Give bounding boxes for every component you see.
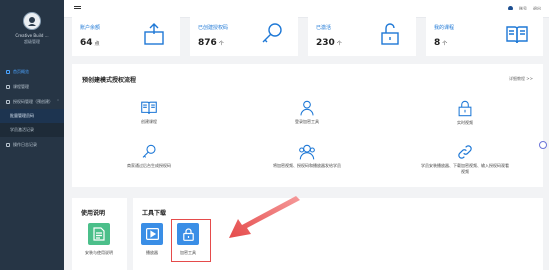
process-step-create-course: 创建课程	[104, 100, 194, 125]
tutorial-link[interactable]: 详细教程 >>	[509, 76, 533, 82]
stat-label: 已激活	[316, 25, 332, 31]
encrypt-tool-download-tile[interactable]	[177, 223, 199, 245]
unlock-icon	[381, 23, 399, 45]
users-icon	[299, 144, 315, 160]
step-label: 实时视频	[457, 120, 473, 125]
user-icon	[300, 100, 314, 116]
home-icon	[6, 69, 10, 74]
stat-label: 已创建授权码	[198, 25, 229, 31]
stat-value: 230 个	[316, 38, 342, 48]
stat-card-created-codes[interactable]: 已创建授权码 876 个	[190, 10, 298, 56]
step-label: 登录加密工具	[295, 119, 319, 124]
sidebar-profile: Creative Build … 超级管理	[0, 0, 64, 56]
player-download-tile[interactable]	[141, 223, 163, 245]
key-icon	[262, 23, 282, 43]
stat-card-my-courses[interactable]: 我的课程 8个	[426, 10, 543, 56]
sidebar: Creative Build … 超级管理 首页概览 课程管理 授权码管理（预创…	[0, 0, 64, 270]
sidebar-item-label: 授权码管理（预创建）	[13, 98, 53, 104]
process-step-login-tool: 登录加密工具	[262, 100, 352, 125]
avatar[interactable]	[23, 11, 41, 30]
sidebar-user-role: 超级管理	[24, 38, 40, 44]
encrypt-tool-download-label[interactable]: 加密工具	[166, 250, 210, 256]
usage-doc-tile[interactable]	[88, 223, 110, 245]
stat-label: 账户余额	[80, 25, 101, 31]
sidebar-subitem-label: 学员激活记录	[10, 127, 34, 132]
play-icon	[145, 228, 159, 240]
sidebar-item-label: 课程管理	[13, 83, 29, 89]
process-step-send-to-students: 将加密视频、授权码和播放器发给学员	[262, 144, 352, 169]
sidebar-subitem-activation[interactable]: 学员激活记录	[0, 123, 64, 137]
stat-value: 8个	[434, 38, 448, 48]
key-icon	[6, 99, 10, 104]
stat-card-activated[interactable]: 已激活 230 个	[308, 10, 416, 56]
sidebar-item-auth-codes[interactable]: 授权码管理（预创建） ˄	[0, 94, 64, 109]
process-title: 预创建模式授权流程	[82, 77, 137, 84]
step-label: 学员安装播放器、下载加密视频、输入授权码观看视频	[421, 163, 509, 174]
sidebar-item-label: 操作日志记录	[13, 141, 37, 147]
link-icon	[458, 145, 472, 159]
sidebar-subitem-label: 批量管理员码	[10, 113, 34, 118]
tools-card: 工具下载 播放器 加密工具	[133, 198, 543, 270]
usage-title: 使用说明	[81, 210, 106, 217]
sidebar-menu: 首页概览 课程管理 授权码管理（预创建） ˄ 批量管理员码 学员激活记录 操作日…	[0, 64, 64, 152]
usage-doc-label[interactable]: 安装与使用说明	[77, 250, 121, 256]
process-card: 预创建模式授权流程 详细教程 >> 创建课程 登录加密工具 实时视频 商家通过后…	[72, 64, 543, 187]
stat-card-balance[interactable]: 账户余额 64 点	[72, 10, 180, 56]
stat-label: 我的课程	[434, 25, 455, 31]
book-open-icon	[141, 101, 157, 114]
float-help-button[interactable]	[539, 141, 547, 149]
process-step-live-video: 实时视频	[420, 100, 510, 126]
sidebar-user-name: Creative Build …	[15, 32, 49, 38]
chevron-up-icon: ˄	[57, 99, 59, 104]
process-step-generate-code: 商家通过后台生成授权码	[104, 144, 194, 169]
sidebar-item-home[interactable]: 首页概览	[0, 64, 64, 79]
usage-card: 使用说明 安装与使用说明	[72, 198, 127, 270]
stat-value: 876 个	[198, 38, 224, 48]
course-icon	[6, 84, 10, 89]
log-icon	[6, 142, 10, 147]
lock-icon	[182, 227, 194, 241]
sidebar-item-courses[interactable]: 课程管理	[0, 79, 64, 94]
box-upload-icon	[144, 23, 164, 45]
sidebar-item-label: 首页概览	[13, 68, 29, 74]
lock-icon	[458, 100, 472, 117]
sidebar-item-logs[interactable]: 操作日志记录	[0, 137, 64, 152]
step-label: 将加密视频、授权码和播放器发给学员	[273, 163, 341, 168]
step-label: 创建课程	[141, 119, 157, 124]
stat-value: 64 点	[80, 38, 100, 48]
book-open-icon	[506, 26, 528, 44]
sidebar-subitem-batch[interactable]: 批量管理员码	[0, 109, 64, 123]
key-icon	[142, 144, 156, 158]
step-label: 商家通过后台生成授权码	[127, 163, 171, 168]
document-icon	[93, 227, 105, 241]
tools-title: 工具下载	[142, 210, 167, 217]
process-step-watch-video: 学员安装播放器、下载加密视频、输入授权码观看视频	[420, 144, 510, 175]
